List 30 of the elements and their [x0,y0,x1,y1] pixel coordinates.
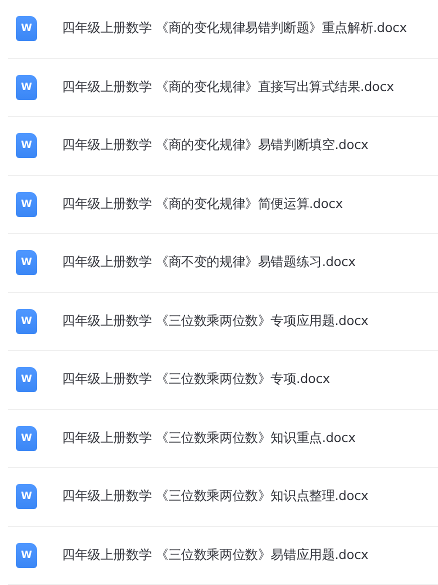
file-name: 四年级上册数学 《三位数乘两位数》知识点整理.docx [62,488,368,506]
file-row[interactable]: W 四年级上册数学 《三位数乘两位数》专项.docx [8,351,438,410]
file-name: 四年级上册数学 《三位数乘两位数》易错应用题.docx [62,546,368,564]
file-name: 四年级上册数学 《三位数乘两位数》专项应用题.docx [62,312,368,330]
document-icon: W [16,367,37,392]
file-name: 四年级上册数学 《商的变化规律易错判断题》重点解析.docx [62,20,407,38]
file-row[interactable]: W 四年级上册数学 《商的变化规律》直接写出算式结果.docx [8,58,438,117]
document-icon: W [16,250,37,276]
file-row[interactable]: W 四年级上册数学 《商不变的规律》易错题练习.docx [8,234,438,292]
file-name: 四年级上册数学 《商不变的规律》易错题练习.docx [62,254,356,272]
file-row[interactable]: W 四年级上册数学 《三位数乘两位数》专项应用题.docx [8,292,438,351]
document-icon: W [16,74,37,100]
document-icon: W [16,542,37,568]
file-row[interactable]: W 四年级上册数学 《三位数乘两位数》知识重点.docx [8,410,438,468]
file-row[interactable]: W 四年级上册数学 《商的变化规律》易错判断填空.docx [8,117,438,176]
file-name: 四年级上册数学 《三位数乘两位数》专项.docx [62,371,330,388]
file-name: 四年级上册数学 《三位数乘两位数》知识重点.docx [62,430,356,447]
file-name: 四年级上册数学 《商的变化规律》直接写出算式结果.docx [62,78,394,96]
file-row[interactable]: W 四年级上册数学 《商的变化规律》简便运算.docx [8,176,438,234]
document-icon: W [16,426,37,451]
file-row[interactable]: W 四年级上册数学 《三位数乘两位数》知识点整理.docx [8,468,438,526]
file-row[interactable]: W 四年级上册数学 《三位数乘两位数》易错应用题.docx [8,526,438,585]
document-icon: W [16,484,37,510]
file-name: 四年级上册数学 《商的变化规律》简便运算.docx [62,196,343,213]
file-row[interactable]: W 四年级上册数学 《商的变化规律易错判断题》重点解析.docx [8,0,438,58]
document-icon: W [16,192,37,217]
file-name: 四年级上册数学 《商的变化规律》易错判断填空.docx [62,137,368,154]
document-icon: W [16,16,37,42]
document-icon: W [16,133,37,158]
document-icon: W [16,308,37,334]
